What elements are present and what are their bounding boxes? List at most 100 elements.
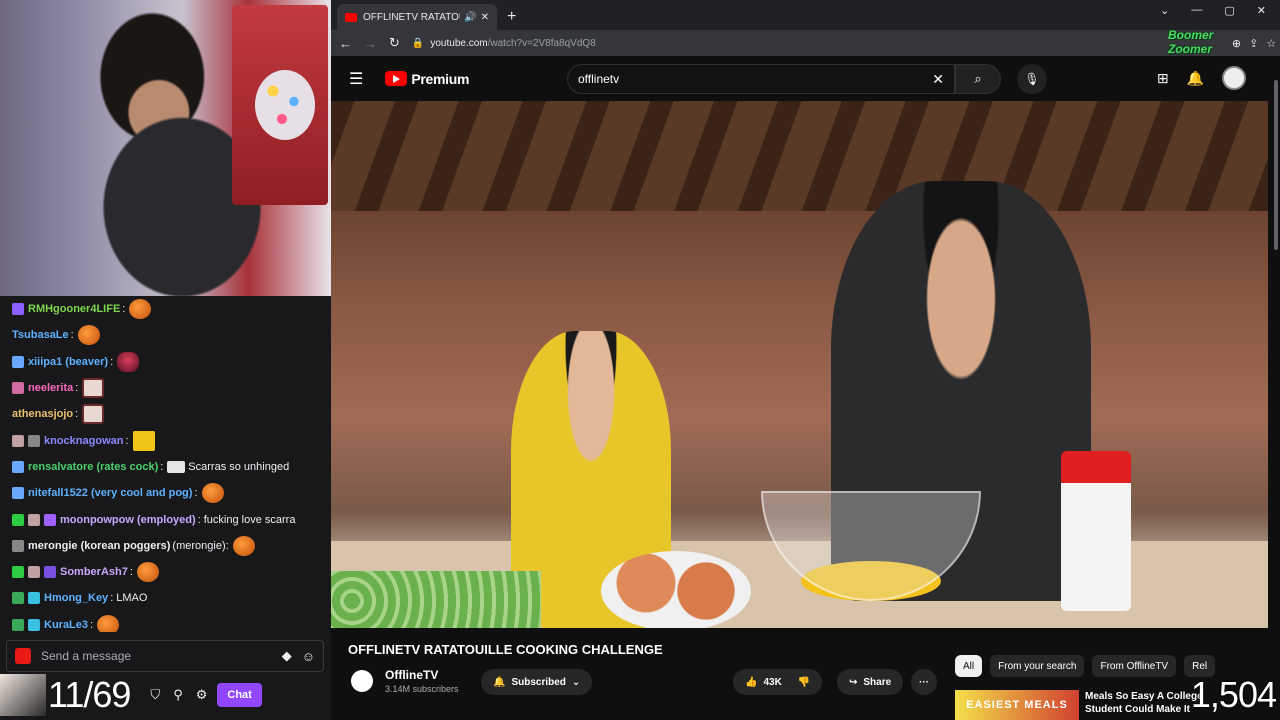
youtube-header: ☰ Premium offlinetv ✕ ⌕ 🎙 ⊞ 🔔 (331, 56, 1280, 101)
tab-close-icon[interactable]: ✕ (481, 12, 489, 23)
search-query: offlinetv (578, 72, 620, 86)
chat-username[interactable]: merongie (korean poggers) (28, 540, 170, 552)
chat-badge-icon[interactable] (12, 355, 24, 368)
speaker-icon[interactable]: 🔊 (464, 12, 476, 23)
more-actions-button[interactable]: ··· (911, 669, 937, 695)
chat-username[interactable]: Hmong_Key (44, 592, 108, 604)
forward-icon[interactable]: → (364, 36, 377, 51)
video-ceiling (331, 101, 1268, 211)
chat-message: RMHgooner4LIFE: (12, 296, 331, 322)
chat-message: knocknagowan: (12, 427, 331, 453)
chat-username[interactable]: rensalvatore (rates cock) (28, 461, 158, 473)
youtube-logo[interactable]: Premium (385, 71, 469, 87)
minimize-icon[interactable]: — (1191, 4, 1202, 17)
chat-username[interactable]: TsubasaLe (12, 329, 69, 341)
lock-icon: 🔒 (411, 37, 425, 49)
star-icon[interactable]: ☆ (1266, 37, 1276, 50)
tab-search-icon[interactable]: ⌄ (1160, 4, 1169, 17)
new-tab-button[interactable]: + (507, 8, 516, 26)
channel-avatar[interactable] (351, 670, 373, 692)
bell-icon: 🔔 (493, 676, 506, 688)
chat-badge-icon[interactable] (12, 460, 24, 473)
chat-badge-icon[interactable] (12, 303, 24, 316)
related-chips: All From your search From OfflineTV Rel (955, 655, 1216, 677)
reload-icon[interactable]: ↻ (389, 35, 400, 51)
chat-username[interactable]: KuraLe3 (44, 619, 88, 631)
back-icon[interactable]: ← (339, 36, 352, 51)
chat-badge-icon[interactable] (12, 382, 24, 395)
recommended-video[interactable]: EASIEST MEALS Meals So Easy A College St… (955, 690, 1205, 720)
video-title: OFFLINETV RATATOUILLE COOKING CHALLENGE (348, 642, 663, 657)
channel-name[interactable]: OfflineTV (385, 668, 459, 682)
tab-youtube[interactable]: OFFLINETV RATATOUILLE C 🔊 ✕ (337, 4, 497, 30)
channel-points-avatar (0, 674, 46, 716)
page-scrollbar[interactable] (1274, 80, 1278, 250)
chat-badge-icon[interactable] (28, 566, 40, 579)
tab-title: OFFLINETV RATATOUILLE C (363, 11, 460, 23)
chat-badge-icon[interactable] (44, 513, 56, 526)
clear-search-icon[interactable]: ✕ (932, 71, 944, 88)
search-icon: ⌕ (974, 71, 982, 86)
chat-badge-icon[interactable] (12, 487, 24, 500)
chat-message: athenasjojo: (12, 401, 331, 427)
chat-username[interactable]: athenasjojo (12, 408, 73, 420)
close-window-icon[interactable]: ✕ (1257, 4, 1266, 17)
url-field[interactable]: 🔒 youtube.com/watch?v=2V8fa8qVdQ8 (412, 33, 1232, 53)
chat-username[interactable]: moonpowpow (employed) (60, 514, 196, 526)
chat-username[interactable]: knocknagowan (44, 435, 123, 447)
thumbs-down-icon[interactable]: 👎 (798, 677, 810, 688)
chat-separator: : (90, 618, 94, 631)
chat-username[interactable]: neelerita (28, 382, 73, 394)
chip-all[interactable]: All (955, 655, 983, 677)
stream-icon (15, 648, 31, 664)
chip-from-search[interactable]: From your search (990, 655, 1085, 677)
chat-button[interactable]: Chat (217, 683, 262, 707)
chat-badge-icon[interactable] (12, 539, 24, 552)
create-icon[interactable]: ⊞ (1157, 70, 1169, 87)
search-input[interactable]: offlinetv ✕ (567, 64, 955, 94)
chat-username[interactable]: nitefall1522 (very cool and pog) (28, 487, 192, 499)
chat-badge-icon[interactable] (44, 566, 56, 579)
chat-message: Hmong_Key: LMAO (12, 585, 331, 611)
like-button[interactable]: 👍 43K 👎 (733, 669, 823, 695)
chat-messages[interactable]: RMHgooner4LIFE: TsubasaLe: xiiipa1 (beaver… (0, 296, 331, 632)
share-label: Share (863, 676, 892, 688)
chip-from-channel[interactable]: From OfflineTV (1092, 655, 1177, 677)
chat-badge-icon[interactable] (28, 434, 40, 447)
chat-badge-icon[interactable] (12, 592, 24, 605)
chat-username[interactable]: RMHgooner4LIFE (28, 303, 120, 315)
search-button[interactable]: ⌕ (955, 64, 1001, 94)
subscribed-button[interactable]: 🔔 Subscribed ⌄ (481, 669, 593, 695)
bits-icon[interactable]: ◆ (282, 648, 292, 664)
chat-badge-icon[interactable] (28, 592, 40, 605)
logo-text: Premium (411, 70, 470, 87)
youtube-favicon-icon (345, 12, 357, 22)
shield-icon[interactable]: ⛉ (150, 687, 160, 703)
emote-picker-icon[interactable]: ☺ (302, 649, 315, 664)
video-player[interactable] (331, 101, 1268, 628)
share-icon[interactable]: ⇪ (1249, 37, 1258, 50)
viewer-count: 1,504 (1190, 674, 1277, 715)
chat-username[interactable]: SomberAsh7 (60, 566, 128, 578)
chat-username[interactable]: xiiipa1 (beaver) (28, 356, 108, 368)
chat-badge-icon[interactable] (12, 618, 24, 631)
voice-search-button[interactable]: 🎙 (1017, 64, 1047, 94)
zoom-icon[interactable]: ⊕ (1232, 37, 1241, 50)
chat-text: fucking love scarra (203, 513, 296, 526)
prediction-icon[interactable]: ⚲ (173, 687, 183, 703)
gear-icon[interactable]: ⚙ (196, 687, 208, 703)
chat-badge-icon[interactable] (12, 434, 24, 447)
share-button[interactable]: ↪ Share (837, 669, 904, 695)
chat-emote-icon (77, 325, 100, 346)
chat-input[interactable]: Send a message ◆ ☺ (6, 640, 324, 672)
chat-badge-icon[interactable] (28, 618, 40, 631)
chat-badge-icon[interactable] (28, 513, 40, 526)
chat-message: moonpowpow (employed): fucking love scarr… (12, 506, 331, 532)
maximize-icon[interactable]: ▢ (1224, 4, 1234, 17)
chat-badge-icon[interactable] (12, 513, 24, 526)
bell-icon[interactable]: 🔔 (1187, 70, 1204, 87)
menu-icon[interactable]: ☰ (349, 69, 363, 89)
chat-badge-icon[interactable] (12, 566, 24, 579)
url-host: youtube.com (430, 37, 488, 49)
chat-message: nitefall1522 (very cool and pog): (12, 480, 331, 506)
